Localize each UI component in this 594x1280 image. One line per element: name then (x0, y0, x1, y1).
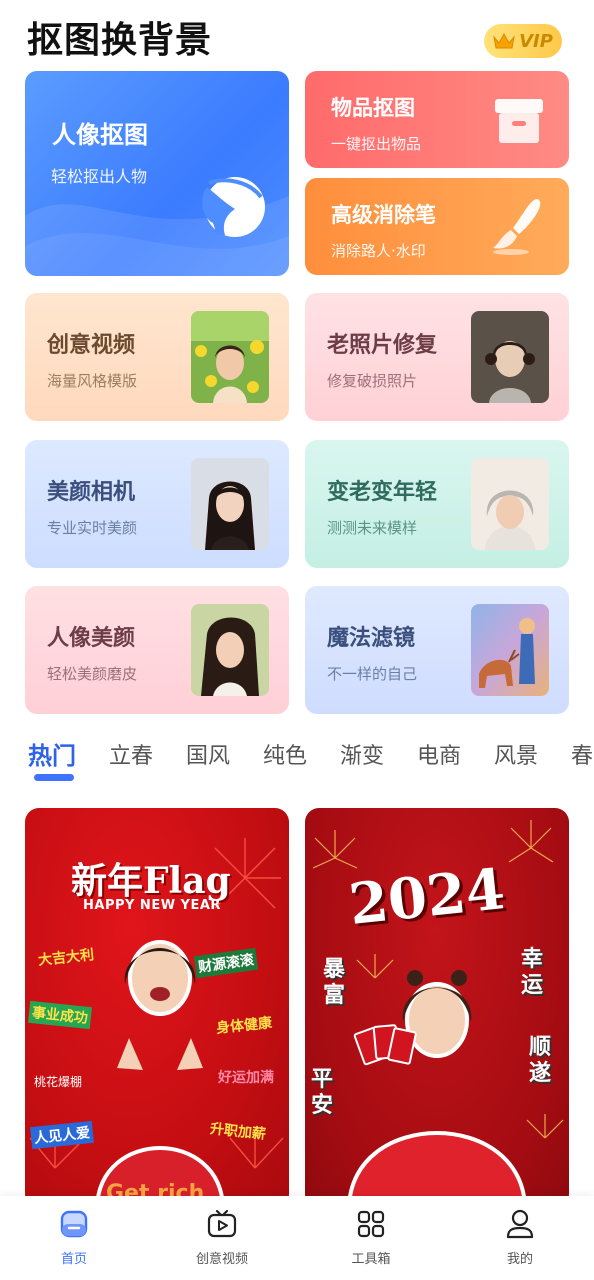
template-title: 新年Flag (71, 860, 231, 902)
eraser-title: 高级消除笔 (331, 203, 436, 227)
tile-title: 人像美颜 (47, 626, 136, 651)
profile-icon (506, 1209, 534, 1239)
tile-title: 魔法滤镜 (327, 626, 416, 651)
tile-title: 老照片修复 (327, 333, 438, 358)
template-word: 平安 (311, 1066, 334, 1118)
tab-gradient[interactable]: 渐变 (340, 738, 384, 770)
toolbox-icon (357, 1210, 385, 1238)
eraser-card[interactable]: 高级消除笔 消除路人·水印 (305, 178, 569, 275)
tile-subtitle: 测测未来模样 (327, 519, 418, 537)
template-word: 顺遂 (529, 1034, 552, 1086)
home-icon (60, 1210, 88, 1238)
tab-lichun[interactable]: 立春 (109, 738, 153, 770)
nav-creative-video[interactable]: 创意视频 (172, 1208, 272, 1272)
tab-spring[interactable]: 春 (571, 738, 593, 770)
woman-portrait-photo (191, 458, 269, 550)
portrait-cutout-subtitle: 轻松抠出人物 (51, 167, 148, 186)
tab-guofeng[interactable]: 国风 (186, 738, 230, 770)
vip-button[interactable]: VIP (484, 24, 562, 58)
old-photo-repair-tile[interactable]: 老照片修复 修复破损照片 (305, 293, 569, 421)
crown-icon (493, 32, 515, 49)
nav-profile[interactable]: 我的 (470, 1208, 570, 1272)
tab-solid[interactable]: 纯色 (263, 738, 307, 770)
template-word: 暴富 (323, 956, 346, 1008)
template-word: 幸运 (521, 946, 544, 998)
tile-title: 创意视频 (47, 333, 136, 358)
portrait-beauty-tile[interactable]: 人像美颜 轻松美颜磨皮 (25, 586, 289, 714)
nav-label: 工具箱 (351, 1252, 391, 1267)
tab-ecommerce[interactable]: 电商 (417, 738, 461, 770)
item-cutout-subtitle: 一键抠出物品 (331, 135, 422, 153)
portrait-cutout-title: 人像抠图 (52, 121, 148, 149)
nav-toolbox[interactable]: 工具箱 (321, 1208, 421, 1272)
tab-hot[interactable]: 热门 (28, 736, 76, 771)
template-card-2024[interactable]: 2024 暴富 幸运 顺遂 平安 (305, 808, 569, 1208)
woman-flowers-photo (191, 311, 269, 403)
box-icon (495, 99, 543, 143)
bottom-nav: 首页 创意视频 工具箱 我的 (0, 1196, 594, 1280)
vip-label: VIP (519, 30, 553, 52)
magic-filter-tile[interactable]: 魔法滤镜 不一样的自己 (305, 586, 569, 714)
tile-title: 美颜相机 (47, 480, 136, 505)
painting-deer-photo (471, 604, 549, 696)
sticker: 桃花爆棚 (34, 1075, 83, 1089)
tile-subtitle: 修复破损照片 (327, 372, 418, 390)
nav-label: 首页 (60, 1252, 87, 1267)
head-silhouette-icon (202, 177, 265, 237)
tile-subtitle: 不一样的自己 (327, 665, 418, 683)
creative-video-tile[interactable]: 创意视频 海量风格模版 (25, 293, 289, 421)
eraser-subtitle: 消除路人·水印 (331, 242, 426, 260)
tile-title: 变老变年轻 (327, 480, 438, 505)
beauty-camera-tile[interactable]: 美颜相机 专业实时美颜 (25, 440, 289, 568)
tab-indicator (34, 774, 74, 781)
template-card-new-year-flag[interactable]: 新年Flag HAPPY NEW YEAR 大吉大利 财源滚滚 事业成功 身体健… (25, 808, 289, 1208)
template-subtitle: HAPPY NEW YEAR (83, 898, 221, 913)
video-icon (207, 1209, 237, 1238)
brush-icon (493, 199, 541, 255)
nav-home[interactable]: 首页 (24, 1208, 124, 1272)
tile-subtitle: 轻松美颜磨皮 (47, 665, 138, 683)
tile-subtitle: 海量风格模版 (47, 372, 138, 390)
smiling-woman-photo (191, 604, 269, 696)
tab-scenery[interactable]: 风景 (494, 738, 538, 770)
elderly-child-photo (471, 458, 549, 550)
girl-portrait-photo (471, 311, 549, 403)
nav-label: 创意视频 (195, 1252, 248, 1267)
app-title: 抠图换背景 (27, 20, 213, 61)
sticker: 好运加满 (218, 1070, 274, 1086)
category-tabs: 热门 立春 国风 纯色 渐变 电商 风景 春 (0, 732, 594, 782)
nav-label: 我的 (506, 1252, 533, 1267)
age-transform-tile[interactable]: 变老变年轻 测测未来模样 (305, 440, 569, 568)
portrait-cutout-card[interactable]: 人像抠图 轻松抠出人物 (25, 71, 289, 276)
item-cutout-card[interactable]: 物品抠图 一键抠出物品 (305, 71, 569, 168)
item-cutout-title: 物品抠图 (331, 96, 415, 120)
tile-subtitle: 专业实时美颜 (47, 519, 138, 537)
